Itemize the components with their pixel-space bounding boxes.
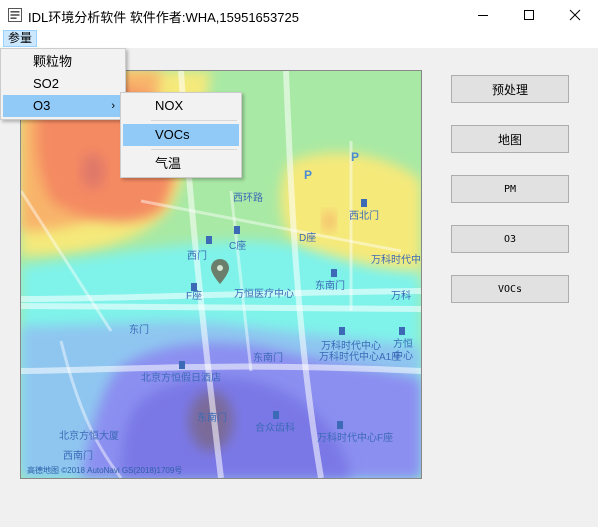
building-icon — [179, 361, 185, 369]
map-label: 万科 — [391, 289, 411, 302]
param-dropdown-menu: 颗粒物 SO2 O3 › — [0, 48, 126, 120]
close-icon — [569, 9, 581, 21]
menu-item-label: 颗粒物 — [33, 54, 73, 69]
parking-icon: P — [351, 150, 359, 164]
map-label: 西环路 — [233, 191, 263, 204]
window-title: IDL环境分析软件 软件作者:WHA,15951653725 — [28, 10, 299, 25]
app-icon — [8, 8, 22, 22]
building-icon — [191, 283, 197, 291]
maximize-icon — [524, 10, 534, 20]
map-label: 东南门 — [253, 351, 283, 364]
building-icon — [361, 199, 367, 207]
map-label: 万科时代中心F座 — [317, 431, 393, 444]
map-label: 西南门 — [63, 449, 93, 462]
pm-button[interactable]: PM — [451, 175, 569, 203]
map-label: 西北门 — [349, 209, 379, 222]
menu-item-label: O3 — [33, 98, 51, 113]
title-bar[interactable]: IDL环境分析软件 软件作者:WHA,15951653725 — [0, 0, 598, 30]
submenu-arrow-icon: › — [111, 100, 115, 112]
map-label: 合众齿科 — [255, 421, 295, 434]
close-button[interactable] — [552, 0, 598, 30]
maximize-button[interactable] — [506, 0, 552, 30]
o3-submenu: NOX VOCs 气温 — [120, 92, 242, 178]
map-label: 万科时代中心 — [321, 339, 381, 352]
map-label: D座 — [299, 231, 316, 244]
menu-item-so2[interactable]: SO2 — [3, 73, 123, 95]
minimize-icon — [478, 15, 488, 16]
map-label: 西门 — [187, 249, 207, 262]
map-label: C座 — [229, 239, 246, 252]
vocs-button[interactable]: VOCs — [451, 275, 569, 303]
building-icon — [273, 411, 279, 419]
map-label: 中心 — [393, 349, 413, 362]
minimize-button[interactable] — [460, 0, 506, 30]
map-label: 万科时代中心 — [371, 253, 421, 266]
map-label: 万恒医疗中心 — [234, 287, 294, 300]
map-label: 万科时代中心A1座 — [319, 350, 401, 363]
menu-item-vocs[interactable]: VOCs — [123, 124, 239, 146]
map-label: 北京方恒大厦 — [59, 429, 119, 442]
building-icon — [337, 421, 343, 429]
menu-item-o3[interactable]: O3 › — [3, 95, 123, 117]
map-attribution: 高德地图 ©2018 AutoNavi GS(2018)1709号 — [27, 465, 182, 475]
menu-item-label: VOCs — [155, 127, 190, 142]
menu-bar — [0, 30, 598, 48]
o3-button[interactable]: O3 — [451, 225, 569, 253]
building-icon — [399, 327, 405, 335]
menu-item-nox[interactable]: NOX — [123, 95, 239, 117]
preprocess-button[interactable]: 预处理 — [451, 75, 569, 103]
building-icon — [339, 327, 345, 335]
map-label: 东南门 — [315, 279, 345, 292]
menu-separator — [151, 149, 237, 150]
menu-separator — [151, 120, 237, 121]
building-icon — [206, 236, 212, 244]
building-icon — [331, 269, 337, 277]
menu-item-label: 气温 — [155, 156, 182, 171]
menu-item-particulate[interactable]: 颗粒物 — [3, 51, 123, 73]
map-label: 东门 — [129, 323, 149, 336]
menu-item-temperature[interactable]: 气温 — [123, 153, 239, 175]
menu-param[interactable]: 参量 — [3, 30, 38, 47]
map-button[interactable]: 地图 — [451, 125, 569, 153]
parking-icon: P — [304, 168, 312, 182]
building-icon — [234, 226, 240, 234]
map-label: 方恒 — [393, 337, 413, 350]
menu-item-label: NOX — [155, 98, 184, 113]
map-label: 北京方恒假日酒店 — [141, 371, 221, 384]
map-label: 东南门 — [197, 411, 227, 424]
menu-item-label: SO2 — [33, 76, 60, 91]
